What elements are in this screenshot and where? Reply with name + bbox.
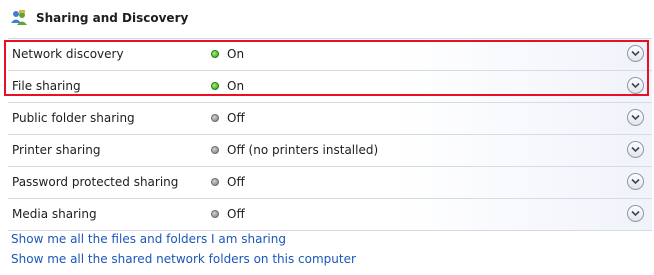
section-title: Sharing and Discovery bbox=[36, 11, 189, 25]
setting-label: Media sharing bbox=[12, 207, 97, 221]
show-shared-network-folders-link[interactable]: Show me all the shared network folders o… bbox=[11, 252, 356, 266]
setting-row-password-protected-sharing[interactable]: Password protected sharing Off bbox=[8, 167, 652, 199]
setting-row-printer-sharing[interactable]: Printer sharing Off (no printers install… bbox=[8, 135, 652, 167]
setting-label: File sharing bbox=[12, 79, 81, 93]
status-text: On bbox=[227, 79, 245, 93]
expand-chevron-icon[interactable] bbox=[627, 205, 644, 222]
expand-chevron-icon[interactable] bbox=[627, 45, 644, 62]
setting-label: Public folder sharing bbox=[12, 111, 135, 125]
setting-row-network-discovery[interactable]: Network discovery On bbox=[8, 39, 652, 71]
setting-row-public-folder-sharing[interactable]: Public folder sharing Off bbox=[8, 103, 652, 135]
status-off-icon bbox=[211, 178, 219, 186]
setting-status: On bbox=[211, 47, 244, 61]
setting-status: Off bbox=[211, 175, 245, 189]
status-off-icon bbox=[211, 114, 219, 122]
status-off-icon bbox=[211, 146, 219, 154]
setting-status: Off (no printers installed) bbox=[211, 143, 378, 157]
setting-label: Printer sharing bbox=[12, 143, 101, 157]
setting-status: Off bbox=[211, 207, 245, 221]
status-text: Off bbox=[227, 175, 245, 189]
expand-chevron-icon[interactable] bbox=[627, 109, 644, 126]
show-shared-files-link[interactable]: Show me all the files and folders I am s… bbox=[11, 232, 356, 246]
sharing-links: Show me all the files and folders I am s… bbox=[11, 232, 356, 272]
section-header: Sharing and Discovery bbox=[10, 6, 188, 30]
status-text: On bbox=[227, 47, 245, 61]
setting-label: Network discovery bbox=[12, 47, 124, 61]
setting-row-media-sharing[interactable]: Media sharing Off bbox=[8, 199, 652, 231]
status-text: Off (no printers installed) bbox=[227, 143, 379, 157]
setting-label: Password protected sharing bbox=[12, 175, 179, 189]
expand-chevron-icon[interactable] bbox=[627, 77, 644, 94]
network-sharing-icon bbox=[11, 10, 27, 25]
setting-row-file-sharing[interactable]: File sharing On bbox=[8, 71, 652, 103]
sharing-settings-list: Network discovery On File sharing On Pub… bbox=[8, 38, 652, 231]
status-off-icon bbox=[211, 210, 219, 218]
status-on-icon bbox=[211, 82, 219, 90]
status-text: Off bbox=[227, 111, 245, 125]
status-text: Off bbox=[227, 207, 245, 221]
status-on-icon bbox=[211, 50, 219, 58]
setting-status: On bbox=[211, 79, 244, 93]
expand-chevron-icon[interactable] bbox=[627, 173, 644, 190]
expand-chevron-icon[interactable] bbox=[627, 141, 644, 158]
setting-status: Off bbox=[211, 111, 245, 125]
